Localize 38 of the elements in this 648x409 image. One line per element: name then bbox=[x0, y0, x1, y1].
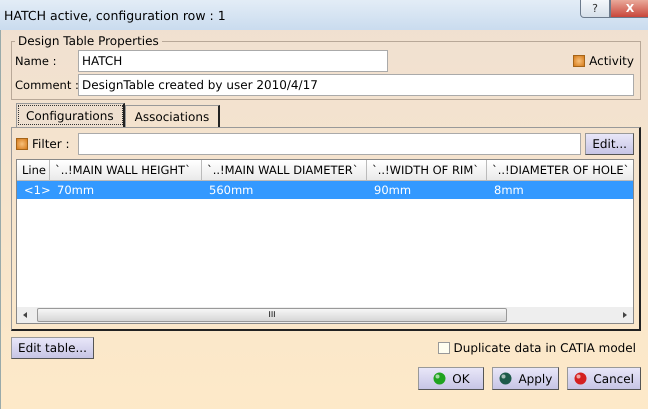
comment-label: Comment : bbox=[15, 78, 78, 92]
ball-icon bbox=[499, 372, 512, 385]
filter-field[interactable] bbox=[78, 133, 582, 155]
name-field[interactable]: HATCH bbox=[78, 50, 388, 72]
duplicate-checkbox[interactable] bbox=[438, 342, 450, 354]
edit-table-button[interactable]: Edit table... bbox=[11, 337, 94, 359]
activity-checkbox[interactable] bbox=[573, 55, 586, 67]
duplicate-label: Duplicate data in CATIA model bbox=[454, 341, 636, 355]
cancel-button[interactable]: Cancel bbox=[567, 367, 641, 390]
activity-label: Activity bbox=[589, 54, 634, 68]
ball-icon bbox=[433, 372, 446, 385]
table-cell-text: 560mm bbox=[208, 182, 254, 199]
table-cell-text: 8mm bbox=[493, 182, 525, 199]
column-header[interactable]: `..!MAIN WALL DIAMETER` bbox=[202, 160, 367, 180]
window-title: HATCH active, configuration row : 1 bbox=[4, 8, 226, 22]
apply-button[interactable]: Apply bbox=[492, 367, 560, 390]
scroll-thumb[interactable]: III bbox=[37, 308, 507, 322]
group-title: Design Table Properties bbox=[17, 34, 160, 48]
column-header[interactable]: Line bbox=[17, 160, 50, 180]
filter-label: Filter : bbox=[32, 137, 70, 151]
help-button[interactable]: ? bbox=[580, 0, 610, 18]
name-label: Name : bbox=[15, 54, 58, 68]
scroll-right-icon[interactable] bbox=[621, 311, 629, 319]
ok-button[interactable]: OK bbox=[418, 367, 484, 390]
table-cell-text: <1> bbox=[23, 182, 50, 199]
table-cell-text: 90mm bbox=[373, 182, 412, 199]
tab[interactable]: Configurations bbox=[16, 103, 125, 127]
column-header[interactable]: `..!WIDTH OF RIM` bbox=[367, 160, 487, 180]
filter-checkbox[interactable] bbox=[16, 138, 28, 150]
column-header[interactable]: `..!MAIN WALL HEIGHT` bbox=[50, 160, 202, 180]
table-cell-text: 70mm bbox=[56, 182, 96, 199]
column-header[interactable]: `..!DIAMETER OF HOLE` bbox=[487, 160, 633, 180]
edit-button[interactable]: Edit... bbox=[585, 133, 634, 155]
horizontal-scrollbar[interactable]: III bbox=[17, 307, 633, 323]
ball-icon bbox=[574, 372, 588, 385]
comment-field[interactable]: DesignTable created by user 2010/4/17 bbox=[78, 74, 634, 96]
tab[interactable]: Associations bbox=[124, 105, 220, 127]
scroll-left-icon[interactable] bbox=[21, 311, 29, 319]
